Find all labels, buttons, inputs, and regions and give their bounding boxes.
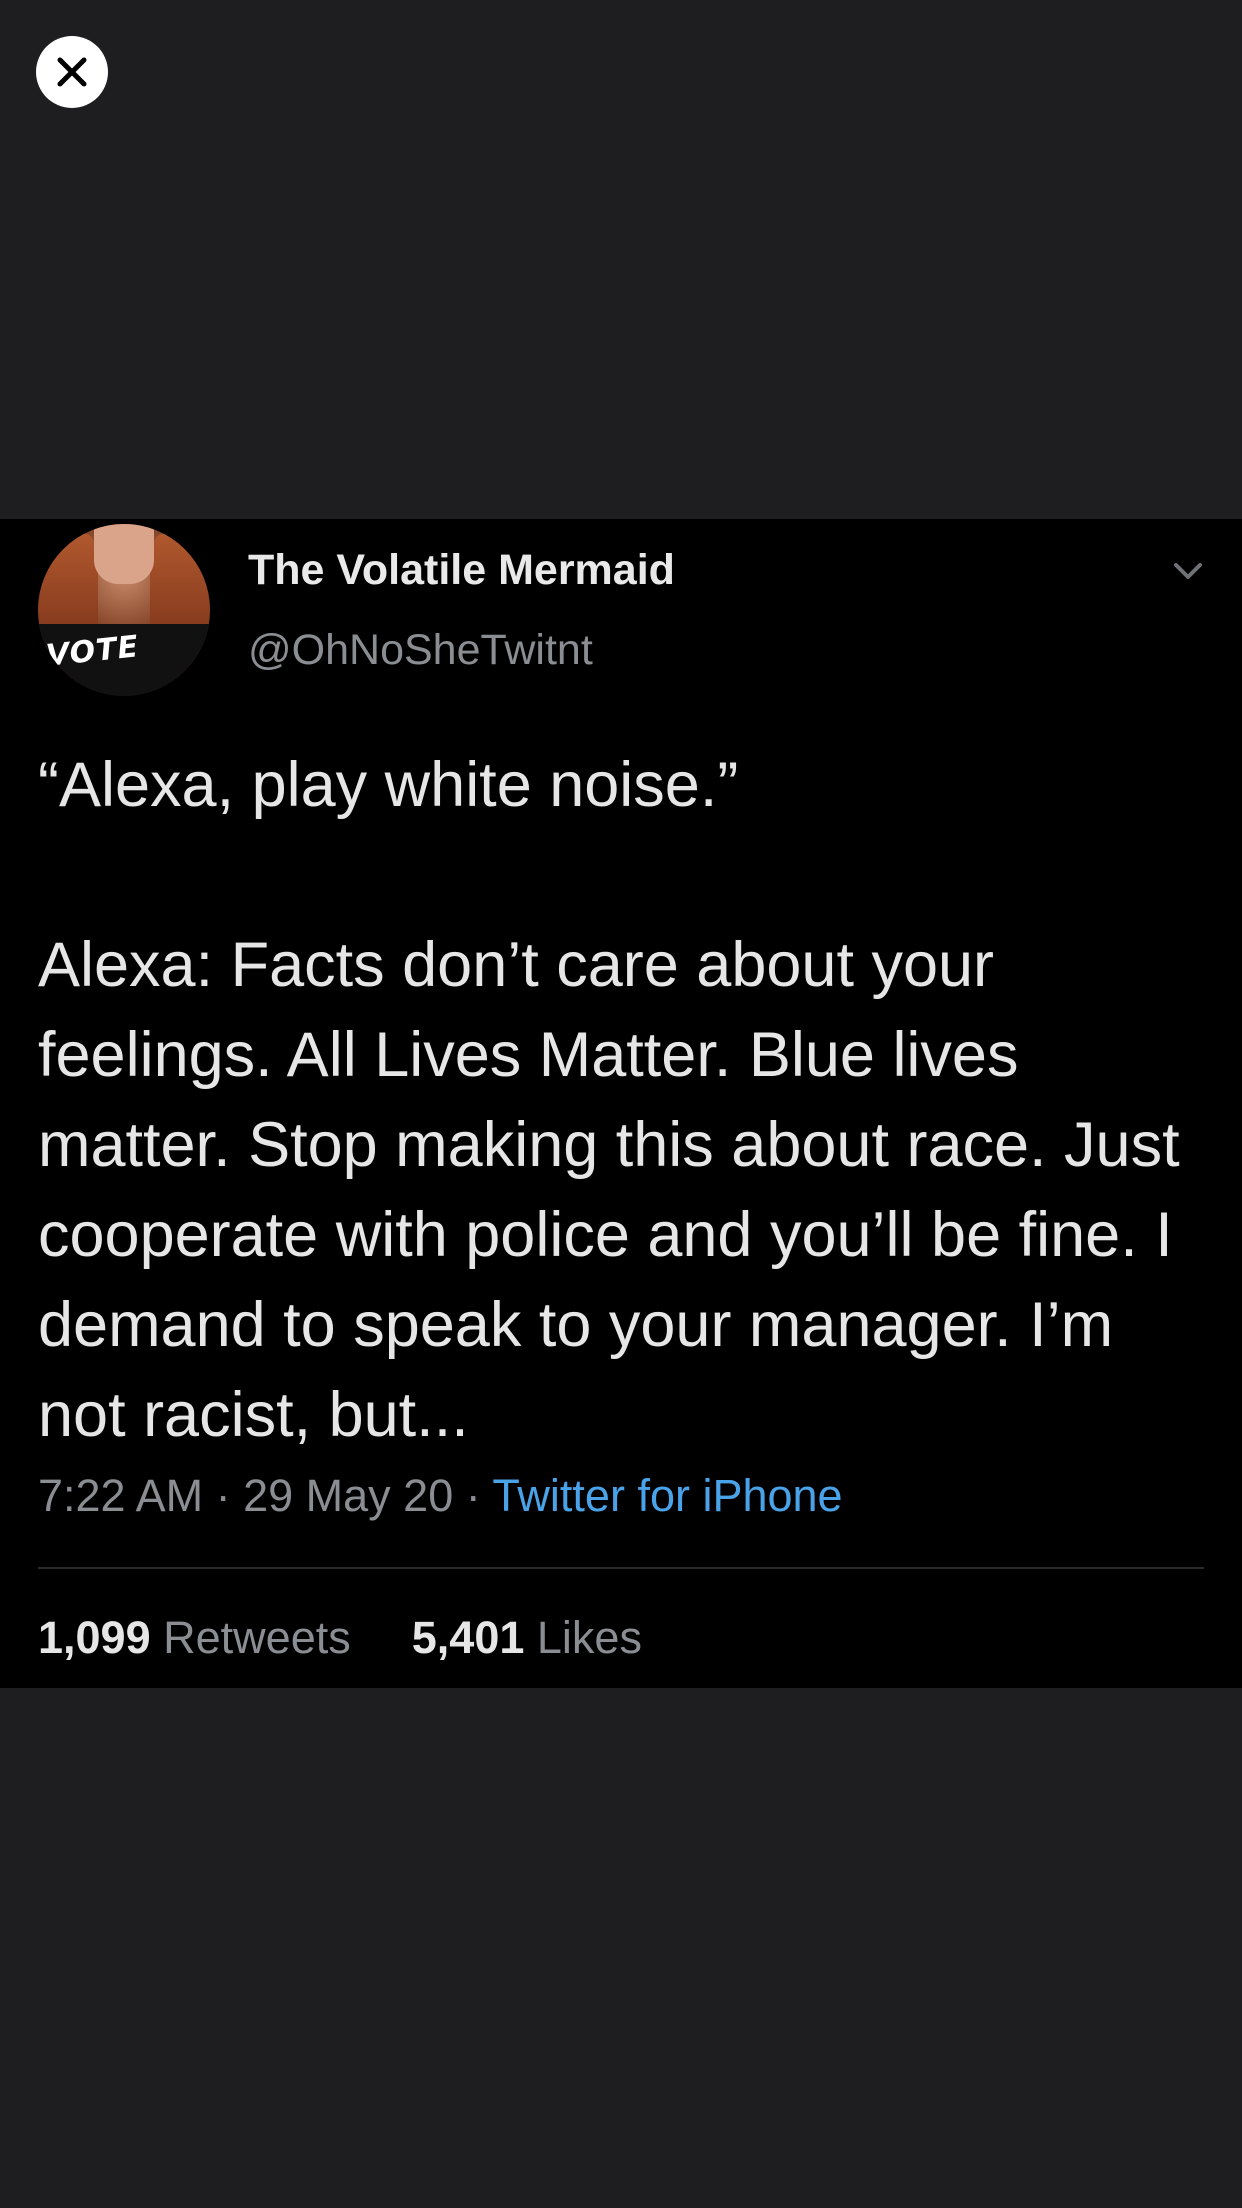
retweets-label: Retweets bbox=[163, 1612, 351, 1663]
chevron-down-icon bbox=[1174, 563, 1202, 579]
tweet-meta: 7:22 AM · 29 May 20 · Twitter for iPhone bbox=[38, 1470, 843, 1522]
tweet-text-paragraph: Alexa: Facts don’t care about your feeli… bbox=[38, 930, 1180, 1450]
avatar-face bbox=[94, 524, 154, 584]
meta-separator: · bbox=[453, 1470, 493, 1521]
tweet-source: Twitter for iPhone bbox=[492, 1470, 843, 1521]
close-icon bbox=[57, 57, 87, 87]
likes-count: 5,401 bbox=[411, 1612, 525, 1663]
close-button[interactable] bbox=[36, 36, 108, 108]
tweet-date: 29 May 20 bbox=[243, 1470, 454, 1521]
tweet-text-line: “Alexa, play white noise.” bbox=[38, 750, 739, 820]
retweets-count: 1,099 bbox=[38, 1612, 151, 1663]
image-viewer: VOTE The Volatile Mermaid @OhNoSheTwitnt… bbox=[0, 0, 1242, 2208]
tweet-text: “Alexa, play white noise.” Alexa: Facts … bbox=[38, 740, 1218, 1460]
divider bbox=[38, 1567, 1204, 1569]
tweet-stats: 1,099 Retweets 5,401 Likes bbox=[38, 1612, 642, 1664]
user-handle: @OhNoSheTwitnt bbox=[248, 626, 593, 674]
display-name: The Volatile Mermaid bbox=[248, 546, 675, 594]
tweet-time: 7:22 AM bbox=[38, 1470, 204, 1521]
meta-separator: · bbox=[203, 1470, 244, 1521]
avatar: VOTE bbox=[38, 524, 210, 696]
likes-label: Likes bbox=[536, 1612, 642, 1663]
